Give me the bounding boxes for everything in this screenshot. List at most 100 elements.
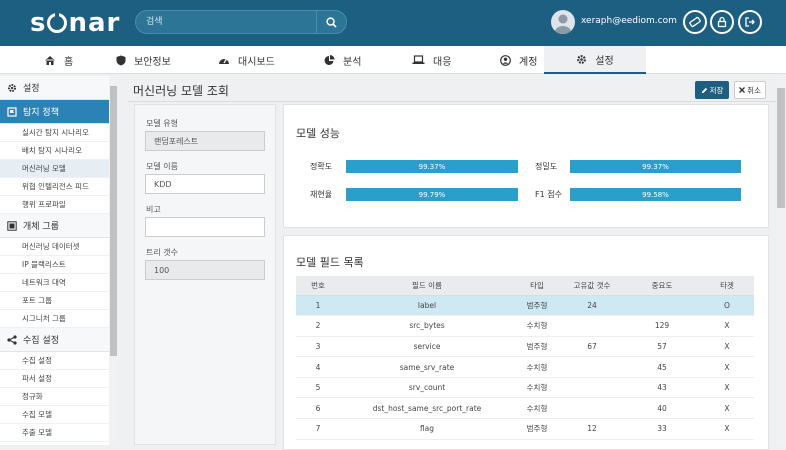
sidebar-item-normalization[interactable]: 정규화 <box>0 388 117 406</box>
nav-home-label: 홈 <box>64 56 74 68</box>
cell-target: X <box>700 356 754 378</box>
cell-importance <box>624 295 700 317</box>
f1-bar: 99.58% <box>570 188 741 201</box>
pencil-icon <box>701 87 707 93</box>
model-performance-card: 모델 성능 정확도 99.37% 정밀도 99.37% 재현율 99.79% F… <box>283 104 769 228</box>
table-row[interactable]: 5 srv_count 수치형 43 X <box>296 377 754 399</box>
save-button-label: 저장 <box>709 85 724 95</box>
table-row[interactable]: 4 same_srv_rate 수치형 45 X <box>296 356 754 378</box>
cell-importance: 57 <box>624 336 700 358</box>
nav-account-label: 계정 <box>519 56 538 68</box>
nav-home[interactable]: 홈 <box>38 46 79 74</box>
avatar[interactable] <box>551 10 575 34</box>
column-header[interactable]: 타입 <box>514 276 560 296</box>
sidebar-item-extract-model[interactable]: 추출 모델 <box>0 424 117 442</box>
sidebar-item-port-group[interactable]: 포트 그룹 <box>0 292 117 310</box>
nav-security-label: 보안정보 <box>134 56 171 68</box>
cell-unique-count <box>560 315 624 337</box>
sidebar-section-settings[interactable]: 설정 <box>0 76 117 100</box>
cell-importance: 45 <box>624 356 700 378</box>
nav-security-info[interactable]: 보안정보 <box>110 46 177 74</box>
sonar-logo[interactable]: s nar <box>30 8 120 38</box>
sidebar-item-batch-scenario[interactable]: 배치 탐지 시나리오 <box>0 142 117 160</box>
sidebar-item-threat-intel-feed[interactable]: 위협 인텔리전스 피드 <box>0 178 117 196</box>
nav-settings[interactable]: 설정 <box>544 46 646 74</box>
performance-title: 모델 성능 <box>296 127 340 140</box>
sidebar-scrollbar[interactable] <box>109 76 118 445</box>
table-row[interactable]: 3 service 범주형 67 57 X <box>296 336 754 358</box>
cell-target: X <box>700 315 754 337</box>
table-row[interactable]: 2 src_bytes 수치형 129 X <box>296 315 754 337</box>
main-nav: 홈 보안정보 대시보드 분석 대응 계정 설정 <box>0 46 786 74</box>
table-row[interactable]: 6 dst_host_same_src_port_rate 수치형 40 X <box>296 397 754 420</box>
cell-target: X <box>700 418 754 440</box>
sidebar-item-ml-dataset[interactable]: 머신러닝 데이터셋 <box>0 238 117 256</box>
flag-icon <box>7 106 17 117</box>
sidebar-section-label: 개체 그룹 <box>23 222 59 232</box>
page-scrollbar[interactable] <box>776 76 786 445</box>
model-type-label: 모델 유형 <box>146 119 178 128</box>
sidebar-item-behavior-profile[interactable]: 행위 프로파일 <box>0 196 117 214</box>
laptop-icon <box>412 55 425 64</box>
save-button[interactable]: 저장 <box>695 81 729 99</box>
nav-response[interactable]: 대응 <box>406 46 457 74</box>
column-header[interactable]: 중요도 <box>624 276 700 296</box>
table-header-row: 번호 필드 이름 타입 고유값 갯수 중요도 타겟 <box>296 276 754 296</box>
cell-field-name: service <box>340 336 514 358</box>
sidebar-section-object-group[interactable]: 개체 그룹 <box>0 214 117 238</box>
sidebar-item-ip-blacklist[interactable]: IP 블랙리스트 <box>0 256 117 274</box>
accuracy-bar: 99.37% <box>346 160 518 173</box>
sidebar-item-parser-settings[interactable]: 파서 설정 <box>0 370 117 388</box>
sidebar-section-label: 탐지 정책 <box>23 108 59 118</box>
model-name-field[interactable]: KDD <box>145 174 265 194</box>
search-input[interactable] <box>146 14 316 30</box>
pie-chart-icon <box>324 54 335 65</box>
cancel-button[interactable]: 취소 <box>734 81 766 99</box>
top-bar: snar xeraph@eediom.com <box>0 0 786 46</box>
cell-field-name: srv_count <box>340 377 514 399</box>
cell-type: 범주형 <box>514 418 560 440</box>
cell-number: 2 <box>296 315 340 337</box>
shield-icon <box>116 55 126 65</box>
cell-target: X <box>700 397 754 420</box>
nav-dashboard[interactable]: 대시보드 <box>212 46 281 74</box>
model-info-panel: 모델 유형 랜덤포레스트 모델 이름 KDD 비고 트리 갯수 100 <box>134 104 276 445</box>
column-header[interactable]: 고유값 갯수 <box>560 276 624 296</box>
sidebar-item-ml-model[interactable]: 머신러닝 모델 <box>0 160 117 178</box>
ticket-button[interactable] <box>683 10 707 34</box>
user-email[interactable]: xeraph@eediom.com <box>581 16 677 26</box>
lock-icon <box>717 16 727 28</box>
column-header[interactable]: 필드 이름 <box>340 276 514 296</box>
nav-analysis-label: 분석 <box>343 56 362 68</box>
sidebar-item-realtime-scenario[interactable]: 실시간 탐지 시나리오 <box>0 124 117 142</box>
sidebar-item-collect-model[interactable]: 수집 모델 <box>0 406 117 424</box>
cell-type: 수치형 <box>514 315 560 337</box>
sidebar-item-collect-settings[interactable]: 수집 설정 <box>0 352 117 370</box>
cell-field-name: same_srv_rate <box>340 356 514 378</box>
cell-type: 수치형 <box>514 377 560 399</box>
sidebar: 설정 탐지 정책 실시간 탐지 시나리오 배치 탐지 시나리오 머신러닝 모델 … <box>0 76 118 445</box>
column-header[interactable]: 타겟 <box>700 276 754 296</box>
page-scroll-thumb[interactable] <box>777 88 785 208</box>
model-note-field[interactable] <box>145 217 265 237</box>
column-header[interactable]: 번호 <box>296 276 340 296</box>
table-row[interactable]: 7 flag 범주형 12 33 X <box>296 418 754 440</box>
sidebar-section-collect-settings[interactable]: 수집 설정 <box>0 328 117 352</box>
sidebar-item-network-range[interactable]: 네트워크 대역 <box>0 274 117 292</box>
close-icon <box>739 87 746 93</box>
logout-button[interactable] <box>738 10 762 34</box>
table-row[interactable]: 1 label 범주형 24 O <box>296 295 754 317</box>
f1-label: F1 점수 <box>535 190 562 199</box>
cell-target: O <box>700 295 754 317</box>
cell-number: 3 <box>296 336 340 358</box>
ticket-icon <box>689 16 701 28</box>
search-button[interactable] <box>316 11 346 33</box>
cell-importance: 43 <box>624 377 700 399</box>
sidebar-item-signature-group[interactable]: 시그니처 그룹 <box>0 310 117 328</box>
lock-button[interactable] <box>710 10 734 34</box>
sidebar-section-detection-policy[interactable]: 탐지 정책 <box>0 100 117 124</box>
sidebar-scroll-thumb[interactable] <box>110 86 117 356</box>
precision-label: 정밀도 <box>535 162 558 171</box>
nav-account[interactable]: 계정 <box>494 46 543 74</box>
nav-analysis[interactable]: 분석 <box>318 46 367 74</box>
